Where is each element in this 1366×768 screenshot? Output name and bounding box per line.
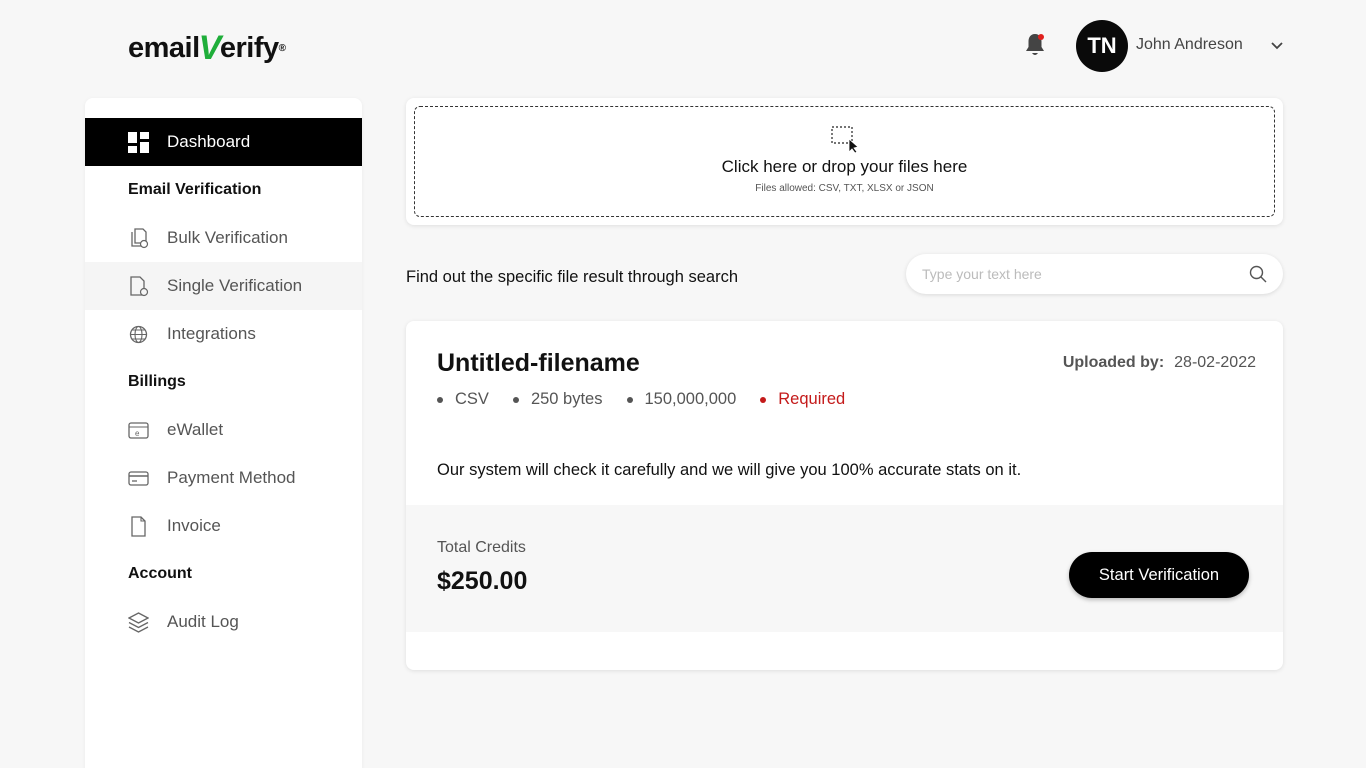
wallet-icon: e bbox=[128, 421, 149, 439]
email-verify-logo[interactable]: email Verify ® bbox=[128, 28, 286, 67]
sidebar: Dashboard Email Verification Bulk Verifi… bbox=[85, 98, 362, 768]
sidebar-item-label: Invoice bbox=[167, 516, 221, 535]
sidebar-item-label: Audit Log bbox=[167, 612, 239, 631]
credits-panel: Total Credits $250.00 Start Verification bbox=[406, 505, 1283, 632]
total-credits-value: $250.00 bbox=[437, 567, 528, 595]
meta-text: 150,000,000 bbox=[644, 390, 737, 408]
select-area-cursor-icon bbox=[831, 126, 859, 153]
file-description: Our system will check it carefully and w… bbox=[437, 461, 1022, 479]
search-prompt-text: Find out the specific file result throug… bbox=[406, 268, 739, 286]
sidebar-item-ewallet[interactable]: e eWallet bbox=[85, 406, 362, 454]
sidebar-item-invoice[interactable]: Invoice bbox=[85, 502, 362, 550]
avatar-initials: TN bbox=[1087, 33, 1117, 58]
file-meta: CSV 250 bytes 150,000,000 Required bbox=[437, 390, 869, 409]
dashboard-icon bbox=[128, 131, 149, 153]
logo-text-email: email bbox=[128, 31, 200, 64]
single-file-icon bbox=[130, 275, 149, 296]
sidebar-item-payment-method[interactable]: Payment Method bbox=[85, 454, 362, 502]
meta-text: CSV bbox=[455, 390, 489, 408]
sidebar-item-audit-log[interactable]: Audit Log bbox=[85, 598, 362, 646]
layers-icon bbox=[128, 611, 149, 633]
bulk-files-icon bbox=[131, 227, 149, 248]
chevron-down-icon[interactable] bbox=[1270, 40, 1284, 52]
svg-text:e: e bbox=[135, 429, 140, 438]
uploaded-date: 28-02-2022 bbox=[1174, 354, 1256, 371]
sidebar-item-single-verification[interactable]: Single Verification bbox=[85, 262, 362, 310]
sidebar-item-label: Bulk Verification bbox=[167, 228, 288, 247]
sidebar-item-label: Integrations bbox=[167, 324, 256, 343]
bullet-dot bbox=[512, 396, 519, 403]
section-heading-email-verification: Email Verification bbox=[128, 181, 262, 198]
user-name[interactable]: John Andreson bbox=[1136, 36, 1243, 54]
sidebar-item-bulk-verification[interactable]: Bulk Verification bbox=[85, 214, 362, 262]
logo-check-v: V bbox=[198, 28, 222, 67]
credit-card-icon bbox=[128, 470, 149, 486]
bullet-dot bbox=[760, 396, 767, 403]
sidebar-item-label: eWallet bbox=[167, 420, 224, 439]
notification-bell-icon[interactable] bbox=[1024, 32, 1046, 58]
meta-text: 250 bytes bbox=[530, 390, 603, 408]
user-avatar[interactable]: TN bbox=[1076, 20, 1128, 72]
section-heading-account: Account bbox=[128, 565, 192, 582]
logo-registered-mark: ® bbox=[278, 42, 286, 54]
file-result-card: Untitled-filename Uploaded by: 28-02-2022… bbox=[406, 321, 1283, 670]
total-credits-label: Total Credits bbox=[437, 539, 526, 556]
sidebar-item-integrations[interactable]: Integrations bbox=[85, 310, 362, 358]
section-heading-billings: Billings bbox=[128, 373, 186, 390]
globe-icon bbox=[129, 325, 148, 343]
document-icon bbox=[131, 515, 146, 537]
dropzone-subtitle: Files allowed: CSV, TXT, XLSX or JSON bbox=[755, 183, 934, 194]
file-dropzone[interactable]: Click here or drop your files here Files… bbox=[414, 106, 1275, 217]
sidebar-item-dashboard[interactable]: Dashboard bbox=[85, 118, 362, 166]
search-box bbox=[906, 254, 1283, 294]
logo-text-erify: erify bbox=[219, 31, 279, 64]
file-type: CSV bbox=[437, 390, 489, 409]
upload-card: Click here or drop your files here Files… bbox=[406, 98, 1283, 225]
sidebar-item-label: Payment Method bbox=[167, 468, 296, 487]
status-badge: Required bbox=[760, 390, 845, 409]
dropzone-title: Click here or drop your files here bbox=[721, 157, 968, 176]
file-count: 150,000,000 bbox=[626, 390, 737, 409]
search-input[interactable] bbox=[922, 254, 1242, 294]
sidebar-item-label: Single Verification bbox=[167, 276, 303, 295]
search-icon[interactable] bbox=[1249, 265, 1267, 283]
file-name: Untitled-filename bbox=[437, 349, 640, 377]
start-verification-button[interactable]: Start Verification bbox=[1069, 552, 1249, 598]
uploaded-label: Uploaded by: bbox=[1062, 354, 1165, 371]
bullet-dot bbox=[626, 396, 633, 403]
sidebar-item-label: Dashboard bbox=[167, 132, 251, 151]
uploaded-info: Uploaded by: 28-02-2022 bbox=[1063, 354, 1256, 372]
bullet-dot bbox=[437, 396, 443, 403]
status-text: Required bbox=[778, 390, 846, 408]
file-size: 250 bytes bbox=[512, 390, 603, 409]
